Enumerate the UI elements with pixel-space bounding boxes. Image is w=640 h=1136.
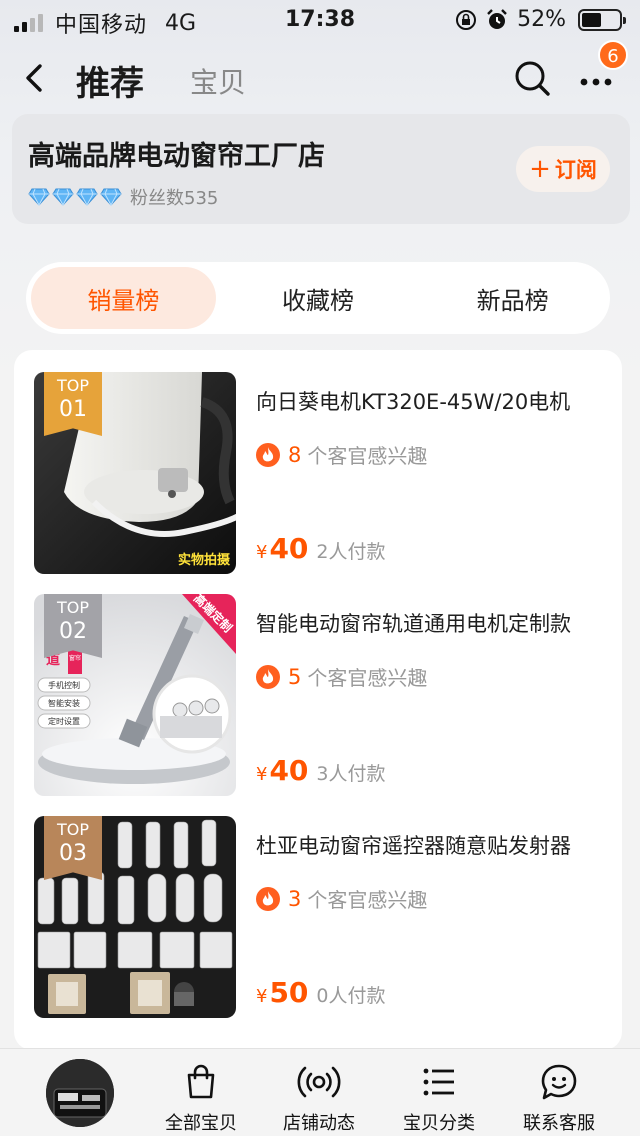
tab-label: 全部宝贝 <box>165 1113 237 1134</box>
price-value: 50 <box>269 976 309 1009</box>
status-bar: 中国移动 4G 17:38 52% <box>0 0 640 40</box>
back-icon[interactable] <box>18 60 54 96</box>
tab-sales-ranking[interactable]: 销量榜 <box>31 267 216 329</box>
product-title[interactable]: 向日葵电机KT320E-45W/20电机 <box>256 386 596 416</box>
shop-meta: 粉丝数535 <box>28 184 218 210</box>
price-value: 40 <box>269 532 309 565</box>
product-list: 实物拍摄 TOP 01 向日葵电机KT320E-45W/20电机 8 个客官感兴… <box>14 350 622 1050</box>
price-value: 40 <box>269 754 309 787</box>
top-nav: 推荐 宝贝 <box>0 48 640 112</box>
shop-name: 高端品牌电动窗帘工厂店 <box>28 141 325 172</box>
rank-number: 03 <box>59 841 87 866</box>
diamond-icon <box>76 188 98 206</box>
interest-label: 个客官感兴趣 <box>307 444 428 468</box>
plus-icon: + <box>529 154 551 184</box>
rank-label: TOP <box>56 820 89 839</box>
tab-customer-service[interactable]: 联系客服 <box>504 1063 614 1135</box>
currency-symbol: ¥ <box>256 542 268 563</box>
tab-shop-feed[interactable]: 店铺动态 <box>264 1063 374 1135</box>
currency-symbol: ¥ <box>256 764 268 785</box>
shop-card[interactable]: 高端品牌电动窗帘工厂店 粉丝数535 + 订阅 <box>12 114 630 224</box>
rank-number: 02 <box>59 619 87 644</box>
bag-icon <box>187 1064 215 1099</box>
side-tag: 智能安装 <box>48 698 80 708</box>
paid-count: 2人付款 <box>316 541 386 563</box>
battery-icon <box>578 8 626 31</box>
product-image[interactable]: 实物拍摄 TOP 01 <box>34 372 236 574</box>
tab-label: 联系客服 <box>523 1113 595 1134</box>
shop-avatar[interactable] <box>46 1059 114 1127</box>
interest-count: 8 <box>288 442 302 467</box>
chat-icon <box>541 1064 577 1100</box>
tab-items[interactable]: 宝贝 <box>190 61 246 101</box>
product-image[interactable]: TOP 03 <box>34 816 236 1018</box>
flame-icon <box>256 886 280 911</box>
interest-label: 个客官感兴趣 <box>307 888 428 912</box>
interest-info: 5 个客官感兴趣 <box>256 662 427 691</box>
product-image[interactable]: 高端定制 道 窗帘 手机控制 智能安装 定时设置 TOP 02 <box>34 594 236 796</box>
interest-count: 3 <box>288 886 302 911</box>
tab-label: 宝贝分类 <box>403 1113 475 1134</box>
diamond-icon <box>52 188 74 206</box>
product-title[interactable]: 智能电动窗帘轨道通用电机定制款 <box>256 608 596 638</box>
flame-icon <box>256 442 280 467</box>
battery-percent: 52% <box>517 7 566 32</box>
fans-count: 粉丝数535 <box>130 188 219 209</box>
tab-favorites-ranking[interactable]: 收藏榜 <box>226 267 411 329</box>
interest-info: 8 个客官感兴趣 <box>256 440 427 469</box>
rank-badge: TOP 03 <box>44 816 102 880</box>
list-item[interactable]: 实物拍摄 TOP 01 向日葵电机KT320E-45W/20电机 8 个客官感兴… <box>34 372 610 576</box>
rank-badge: TOP 02 <box>44 594 102 658</box>
price-row: ¥ 40 2人付款 <box>256 532 386 565</box>
notification-badge: 6 <box>598 40 628 70</box>
interest-info: 3 个客官感兴趣 <box>256 884 427 913</box>
diamond-icon <box>28 188 50 206</box>
bottom-tabbar: 全部宝贝 店铺动态 宝贝分类 联系客服 <box>0 1048 640 1136</box>
flame-icon <box>256 664 280 689</box>
ranking-tabs: 销量榜 收藏榜 新品榜 <box>26 262 610 334</box>
interest-label: 个客官感兴趣 <box>307 666 428 690</box>
paid-count: 0人付款 <box>316 985 386 1007</box>
rank-badge: TOP 01 <box>44 372 102 436</box>
orientation-lock-icon <box>456 9 477 30</box>
tab-new-ranking[interactable]: 新品榜 <box>420 267 605 329</box>
interest-count: 5 <box>288 664 302 689</box>
product-watermark: 实物拍摄 <box>178 552 231 568</box>
subscribe-button[interactable]: + 订阅 <box>516 146 610 192</box>
tab-label: 店铺动态 <box>283 1113 355 1134</box>
search-icon[interactable] <box>512 58 552 98</box>
price-row: ¥ 40 3人付款 <box>256 754 386 787</box>
currency-symbol: ¥ <box>256 986 268 1007</box>
side-tag: 定时设置 <box>48 716 80 726</box>
paid-count: 3人付款 <box>316 763 386 785</box>
list-icon <box>423 1068 454 1096</box>
side-tag-top-2: 窗帘 <box>69 654 81 662</box>
side-tag: 手机控制 <box>48 680 80 690</box>
rank-number: 01 <box>59 397 87 422</box>
tab-recommend[interactable]: 推荐 <box>76 56 144 105</box>
tab-categories[interactable]: 宝贝分类 <box>384 1063 494 1135</box>
list-item[interactable]: TOP 03 杜亚电动窗帘遥控器随意贴发射器 3 个客官感兴趣 ¥ 50 0人付… <box>34 816 610 1020</box>
price-row: ¥ 50 0人付款 <box>256 976 386 1009</box>
rank-label: TOP <box>56 598 89 617</box>
shop-rating <box>28 188 122 206</box>
subscribe-label: 订阅 <box>554 158 597 182</box>
rank-label: TOP <box>56 376 89 395</box>
tab-all-items[interactable]: 全部宝贝 <box>146 1063 256 1135</box>
product-title[interactable]: 杜亚电动窗帘遥控器随意贴发射器 <box>256 830 596 860</box>
list-item[interactable]: 高端定制 道 窗帘 手机控制 智能安装 定时设置 TOP 02 智能电动窗帘轨道… <box>34 594 610 798</box>
alarm-icon <box>487 8 507 29</box>
broadcast-icon <box>297 1066 341 1098</box>
diamond-icon <box>100 188 122 206</box>
